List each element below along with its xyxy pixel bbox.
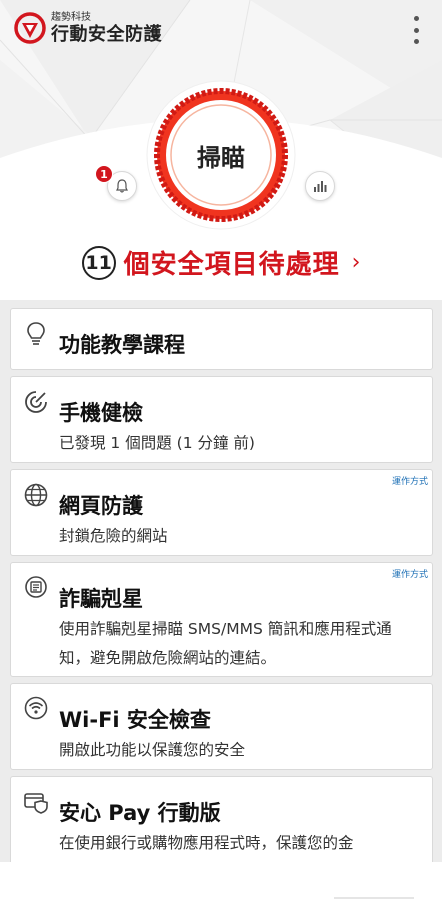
trend-micro-logo <box>14 12 46 44</box>
app-logo: 趨勢科技 行動安全防護 <box>14 12 162 44</box>
scan-label[interactable]: 掃瞄 <box>146 138 296 173</box>
feature-description: 開啟此功能以保護您的安全 <box>59 741 246 759</box>
issue-count: 11 <box>81 245 116 280</box>
feature-description: 已發現 1 個問題 (1 分鐘 前) <box>59 434 255 452</box>
feature-wifi-check[interactable]: Wi-Fi 安全檢查 開啟此功能以保護您的安全 <box>10 683 433 770</box>
feature-tutorial[interactable]: 功能教學課程 <box>10 308 433 370</box>
globe-icon <box>24 483 48 507</box>
product-name: 行動安全防護 <box>51 23 162 45</box>
more-vert-icon[interactable] <box>408 16 424 44</box>
chevron-right-icon: › <box>351 250 361 275</box>
hero-panel: 趨勢科技 行動安全防護 掃瞄 1 11 個安全項目待處理 › <box>0 0 442 300</box>
feature-title: 手機健檢 <box>59 401 143 425</box>
wifi-shield-icon <box>24 696 48 720</box>
company-name: 趨勢科技 <box>51 11 91 23</box>
notification-badge: 1 <box>95 165 113 183</box>
feature-description: 使用詐騙剋星掃瞄 SMS/MMS 簡訊和應用程式通知，避免開啟危險網站的連結。 <box>59 620 392 667</box>
security-status[interactable]: 11 個安全項目待處理 › <box>0 244 442 281</box>
feature-title: Wi-Fi 安全檢查 <box>59 708 211 732</box>
message-scan-icon <box>25 576 47 598</box>
bottom-area <box>0 862 442 900</box>
health-check-icon <box>25 391 47 413</box>
feature-description: 在使用銀行或購物應用程式時，保護您的金 <box>59 834 354 852</box>
bell-icon <box>116 179 128 193</box>
feature-description: 封鎖危險的網站 <box>59 527 168 545</box>
lightbulb-icon <box>27 322 45 345</box>
feature-health-check[interactable]: 手機健檢 已發現 1 個問題 (1 分鐘 前) <box>10 376 433 463</box>
statistics-button[interactable] <box>305 171 335 201</box>
how-it-works-link[interactable]: 運作方式 <box>391 474 428 487</box>
feature-web-guard[interactable]: 網頁防護 封鎖危險的網站 運作方式 <box>10 469 433 556</box>
feature-title: 詐騙剋星 <box>59 587 143 611</box>
divider <box>334 897 414 899</box>
feature-fraud-buster[interactable]: 詐騙剋星 使用詐騙剋星掃瞄 SMS/MMS 簡訊和應用程式通知，避免開啟危險網站… <box>10 562 433 677</box>
pay-guard-icon <box>24 793 48 814</box>
status-text: 個安全項目待處理 <box>123 250 340 280</box>
how-it-works-link[interactable]: 運作方式 <box>391 567 428 580</box>
feature-title: 功能教學課程 <box>59 333 185 357</box>
feature-title: 安心 Pay 行動版 <box>59 801 221 825</box>
bar-chart-icon <box>314 181 327 192</box>
feature-pay-guard[interactable]: 安心 Pay 行動版 在使用銀行或購物應用程式時，保護您的金 <box>10 776 433 871</box>
feature-list: 功能教學課程 手機健檢 已發現 1 個問題 (1 分鐘 前) 網頁防護 封鎖危險… <box>10 308 433 877</box>
feature-title: 網頁防護 <box>59 494 143 518</box>
